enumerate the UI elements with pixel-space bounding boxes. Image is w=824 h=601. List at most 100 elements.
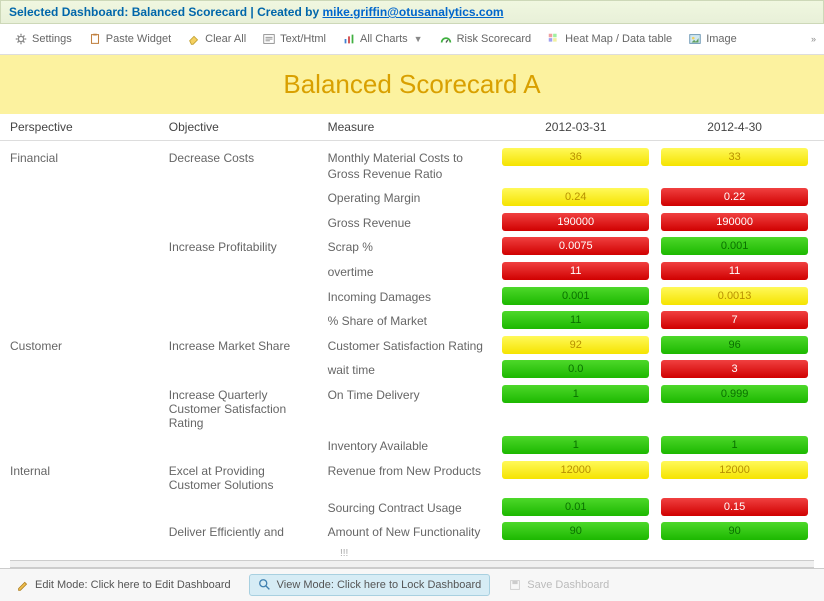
clear-all-button[interactable]: Clear All bbox=[181, 30, 252, 48]
metric-pill: 0.0 bbox=[502, 360, 649, 378]
save-dashboard-button[interactable]: Save Dashboard bbox=[500, 575, 617, 595]
objective-cell bbox=[169, 213, 328, 216]
measure-cell: wait time bbox=[328, 360, 497, 379]
metric-pill: 0.0075 bbox=[502, 237, 649, 255]
metric-pill: 96 bbox=[661, 336, 808, 354]
measure-cell: Gross Revenue bbox=[328, 213, 497, 232]
col-date1: 2012-03-31 bbox=[496, 120, 655, 134]
grid-icon bbox=[547, 32, 561, 46]
measure-cell: Amount of New Functionality bbox=[328, 522, 497, 541]
footer-bar: Edit Mode: Click here to Edit Dashboard … bbox=[0, 568, 824, 601]
value-cell-2: 0.22 bbox=[655, 188, 814, 206]
perspective-cell: Customer bbox=[10, 336, 169, 353]
horizontal-scrollbar[interactable] bbox=[10, 560, 814, 568]
value-cell-1: 0.0 bbox=[496, 360, 655, 378]
table-row: Inventory Available11 bbox=[10, 433, 814, 458]
col-objective: Objective bbox=[169, 120, 328, 134]
metric-pill: 0.999 bbox=[661, 385, 808, 403]
objective-cell: Decrease Costs bbox=[169, 148, 328, 165]
metric-pill: 0.22 bbox=[661, 188, 808, 206]
header-sep: | Created by bbox=[247, 5, 322, 19]
metric-pill: 11 bbox=[502, 311, 649, 329]
perspective-cell bbox=[10, 188, 169, 191]
text-icon bbox=[262, 32, 276, 46]
perspective-cell: Internal bbox=[10, 461, 169, 478]
author-link[interactable]: mike.griffin@otusanalytics.com bbox=[322, 5, 503, 19]
metric-pill: 0.15 bbox=[661, 498, 808, 516]
settings-button[interactable]: Settings bbox=[8, 30, 78, 48]
value-cell-2: 3 bbox=[655, 360, 814, 378]
perspective-cell bbox=[10, 522, 169, 525]
metric-pill: 36 bbox=[502, 148, 649, 166]
perspective-cell bbox=[10, 287, 169, 290]
measure-cell: Revenue from New Products bbox=[328, 461, 497, 480]
image-button[interactable]: Image bbox=[682, 30, 743, 48]
objective-cell: Deliver Efficiently and bbox=[169, 522, 328, 539]
measure-cell: Scrap % bbox=[328, 237, 497, 256]
metric-pill: 90 bbox=[502, 522, 649, 540]
table-row: wait time 0.0 3 bbox=[10, 357, 814, 382]
dashboard-title: Balanced Scorecard A bbox=[0, 55, 824, 114]
value-cell-2: 33 bbox=[655, 148, 814, 166]
measure-cell: Sourcing Contract Usage bbox=[328, 498, 497, 517]
measure-cell: On Time Delivery bbox=[328, 385, 497, 404]
measure-cell: Operating Margin bbox=[328, 188, 497, 207]
image-icon bbox=[688, 32, 702, 46]
magnifier-icon bbox=[258, 578, 272, 592]
heatmap-button[interactable]: Heat Map / Data table bbox=[541, 30, 678, 48]
value-cell-1: 0.001 bbox=[496, 287, 655, 305]
edit-mode-button[interactable]: Edit Mode: Click here to Edit Dashboard bbox=[8, 575, 239, 595]
value-cell-1: 90 bbox=[496, 522, 655, 540]
paste-widget-button[interactable]: Paste Widget bbox=[82, 30, 177, 48]
table-row: Sourcing Contract Usage0.010.15 bbox=[10, 495, 814, 520]
metric-pill: 12000 bbox=[502, 461, 649, 479]
perspective-cell bbox=[10, 237, 169, 240]
value-cell-1: 0.0075 bbox=[496, 237, 655, 255]
table-row: Increase ProfitabilityScrap %0.00750.001 bbox=[10, 234, 814, 259]
grid-header: Perspective Objective Measure 2012-03-31… bbox=[0, 114, 824, 141]
perspective-cell bbox=[10, 385, 169, 388]
table-row: % Share of Market117 bbox=[10, 308, 814, 333]
header-bar: Selected Dashboard: Balanced Scorecard |… bbox=[0, 0, 824, 24]
value-cell-2: 11 bbox=[655, 262, 814, 280]
metric-pill: 1 bbox=[502, 385, 649, 403]
expand-icon[interactable]: » bbox=[811, 34, 816, 44]
metric-pill: 0.001 bbox=[661, 237, 808, 255]
eraser-icon bbox=[187, 32, 201, 46]
metric-pill: 12000 bbox=[661, 461, 808, 479]
table-row: overtime1111 bbox=[10, 259, 814, 284]
value-cell-2: 0.001 bbox=[655, 237, 814, 255]
clipboard-icon bbox=[88, 32, 102, 46]
col-date2: 2012-4-30 bbox=[655, 120, 814, 134]
table-row: Operating Margin 0.24 0.22 bbox=[10, 185, 814, 210]
metric-pill: 92 bbox=[502, 336, 649, 354]
objective-cell bbox=[169, 311, 328, 314]
perspective-cell bbox=[10, 498, 169, 501]
objective-cell: Increase Quarterly Customer Satisfaction… bbox=[169, 385, 328, 430]
objective-cell bbox=[169, 188, 328, 191]
metric-pill: 0.24 bbox=[502, 188, 649, 206]
text-html-button[interactable]: Text/Html bbox=[256, 30, 332, 48]
value-cell-1: 1 bbox=[496, 385, 655, 403]
table-row: FinancialDecrease CostsMonthly Material … bbox=[10, 145, 814, 185]
measure-cell: Monthly Material Costs to Gross Revenue … bbox=[328, 148, 497, 182]
metric-pill: 11 bbox=[502, 262, 649, 280]
objective-cell bbox=[169, 436, 328, 439]
value-cell-2: 1 bbox=[655, 436, 814, 454]
metric-pill: 11 bbox=[661, 262, 808, 280]
value-cell-2: 7 bbox=[655, 311, 814, 329]
save-icon bbox=[508, 578, 522, 592]
value-cell-1: 12000 bbox=[496, 461, 655, 479]
perspective-cell bbox=[10, 213, 169, 216]
view-mode-button[interactable]: View Mode: Click here to Lock Dashboard bbox=[249, 574, 491, 596]
table-row: CustomerIncrease Market ShareCustomer Sa… bbox=[10, 333, 814, 358]
table-row: Increase Quarterly Customer Satisfaction… bbox=[10, 382, 814, 433]
risk-scorecard-button[interactable]: Risk Scorecard bbox=[433, 30, 538, 48]
table-row: Deliver Efficiently andAmount of New Fun… bbox=[10, 519, 814, 544]
chart-icon bbox=[342, 32, 356, 46]
measure-cell: Customer Satisfaction Rating bbox=[328, 336, 497, 355]
all-charts-dropdown[interactable]: All Charts▼ bbox=[336, 30, 429, 48]
value-cell-2: 96 bbox=[655, 336, 814, 354]
pencil-icon bbox=[16, 578, 30, 592]
perspective-cell bbox=[10, 436, 169, 439]
